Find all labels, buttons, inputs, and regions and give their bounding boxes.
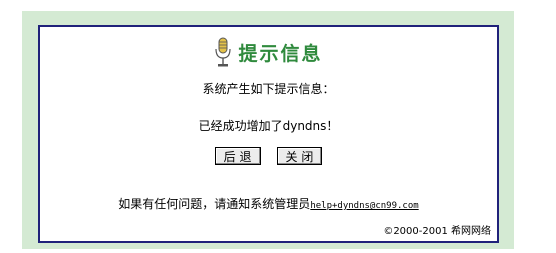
contact-line: 如果有任何问题，请通知系统管理员help+dyndns@cn99.com <box>40 195 497 212</box>
admin-email-link[interactable]: help+dyndns@cn99.com <box>310 201 418 211</box>
message-panel: 提示信息 系统产生如下提示信息： 已经成功增加了dyndns！ 后 退 关 闭 … <box>38 25 499 243</box>
contact-text: 如果有任何问题，请通知系统管理员 <box>118 197 311 211</box>
page-title: 提示信息 <box>238 42 323 65</box>
info-intro-text: 系统产生如下提示信息： <box>202 82 335 96</box>
close-button[interactable]: 关 闭 <box>276 147 323 165</box>
button-row: 后 退 关 闭 <box>40 147 497 165</box>
back-button[interactable]: 后 退 <box>214 147 261 165</box>
success-message: 已经成功增加了dyndns！ <box>198 119 339 133</box>
microphone-icon <box>215 37 232 67</box>
panel-header: 提示信息 <box>40 37 497 67</box>
copyright-text: ©2000-2001 希网网络 <box>383 226 491 237</box>
